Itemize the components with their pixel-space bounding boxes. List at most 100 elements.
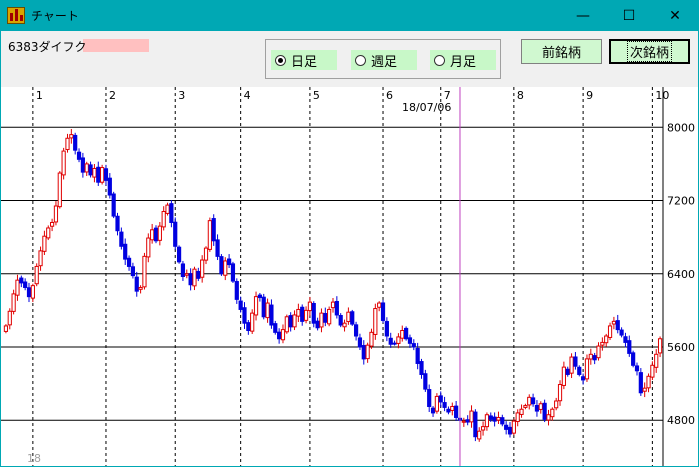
candle-body bbox=[415, 347, 420, 364]
candle-body bbox=[30, 285, 35, 299]
month-tick-label: 2 bbox=[109, 89, 116, 102]
radio-monthly[interactable]: 月足 bbox=[430, 50, 496, 70]
candle-body bbox=[107, 177, 112, 196]
candle-body bbox=[500, 417, 505, 425]
candle-body bbox=[38, 250, 43, 267]
candle-body bbox=[19, 277, 24, 284]
close-button[interactable]: ✕ bbox=[652, 0, 698, 31]
candle-body bbox=[527, 396, 532, 406]
radio-weekly-indicator[interactable] bbox=[355, 54, 366, 66]
chart-app-icon[interactable] bbox=[7, 7, 25, 24]
candle-body bbox=[377, 302, 382, 308]
candle-body bbox=[438, 395, 443, 403]
radio-daily-indicator[interactable] bbox=[275, 54, 286, 66]
candle-body bbox=[615, 320, 620, 331]
candle-body bbox=[492, 416, 497, 422]
candle-body bbox=[357, 337, 363, 348]
candle-body bbox=[42, 235, 47, 252]
month-tick-label: 8 bbox=[517, 89, 524, 102]
candle-body bbox=[488, 415, 493, 420]
candle-body bbox=[365, 344, 370, 360]
title-bar: チャート — ☐ ✕ bbox=[0, 0, 699, 31]
candle-body bbox=[188, 273, 193, 286]
candle-body bbox=[88, 164, 93, 176]
candle-body bbox=[373, 308, 378, 335]
candle-body bbox=[165, 204, 170, 214]
candle-body bbox=[338, 314, 343, 326]
radio-weekly[interactable]: 週足 bbox=[351, 50, 417, 70]
candle-body bbox=[307, 301, 313, 312]
candle-body bbox=[561, 366, 566, 386]
minimize-button[interactable]: — bbox=[560, 0, 606, 31]
candle-body bbox=[280, 329, 286, 341]
candle-body bbox=[634, 365, 640, 372]
radio-weekly-label: 週足 bbox=[371, 54, 398, 70]
candle-body bbox=[346, 311, 351, 323]
candle-body bbox=[657, 338, 663, 354]
candle-body bbox=[138, 286, 143, 290]
candle-body bbox=[34, 265, 39, 285]
candle-body bbox=[96, 166, 101, 183]
close-icon: ✕ bbox=[669, 7, 681, 24]
candle-body bbox=[253, 296, 259, 316]
candle-body bbox=[292, 314, 297, 328]
price-tick-label: 7200 bbox=[667, 195, 695, 208]
candle-body bbox=[607, 325, 613, 338]
candle-body bbox=[369, 331, 374, 347]
candle-body bbox=[257, 294, 262, 299]
candle-body bbox=[542, 402, 547, 420]
candle-body bbox=[627, 340, 632, 354]
maximize-button[interactable]: ☐ bbox=[606, 0, 652, 31]
candle-body bbox=[600, 341, 605, 346]
candle-body bbox=[150, 229, 155, 241]
period-radio-group: 日足 週足 月足 bbox=[265, 39, 501, 79]
candle-body bbox=[242, 307, 247, 324]
candle-body bbox=[7, 310, 12, 326]
prev-stock-button[interactable]: 前銘柄 bbox=[521, 39, 602, 64]
candle-body bbox=[323, 312, 328, 323]
candle-body bbox=[300, 306, 305, 322]
candle-body bbox=[196, 270, 201, 279]
candle-body bbox=[465, 419, 470, 423]
price-tick-label: 8000 bbox=[667, 121, 695, 134]
month-tick-label: 1 bbox=[36, 89, 43, 102]
candle-body bbox=[519, 408, 524, 415]
next-stock-button[interactable]: 次銘柄 bbox=[609, 39, 690, 64]
candle-body bbox=[3, 325, 9, 332]
candle-body bbox=[388, 337, 393, 345]
candle-body bbox=[176, 246, 182, 263]
candle-body bbox=[73, 134, 78, 151]
candle-body bbox=[480, 426, 486, 431]
candle-body bbox=[361, 345, 366, 360]
candle-body bbox=[169, 203, 174, 223]
candle-body bbox=[250, 312, 255, 332]
chart-area[interactable]: 8000 7200 6400 5600 4800 1 2 3 4 5 6 7 8 9 10 18/07/06 1… bbox=[1, 87, 698, 466]
candle-body bbox=[273, 323, 278, 333]
radio-daily-label: 日足 bbox=[291, 54, 318, 70]
candle-body bbox=[461, 420, 466, 423]
candlestick-chart[interactable]: 800072006400560048001 2 3 4 5 6 7 8 9 1018/07/061… bbox=[1, 87, 698, 466]
radio-daily[interactable]: 日足 bbox=[271, 50, 337, 70]
candle-body bbox=[288, 315, 293, 328]
candle-body bbox=[57, 172, 62, 208]
candle-body bbox=[611, 320, 617, 325]
window-title: チャート bbox=[31, 9, 79, 23]
price-tick-label: 6400 bbox=[667, 268, 695, 281]
candle-body bbox=[454, 405, 459, 418]
candle-body bbox=[261, 296, 266, 318]
candle-body bbox=[330, 301, 336, 309]
candle-body bbox=[534, 404, 540, 412]
candle-body bbox=[342, 322, 347, 328]
month-tick-label: 4 bbox=[244, 89, 251, 102]
candle-body bbox=[419, 361, 424, 375]
candle-body bbox=[423, 373, 428, 390]
candle-body bbox=[157, 225, 162, 241]
candle-body bbox=[654, 353, 659, 368]
candle-body bbox=[11, 293, 16, 312]
prev-stock-label: 前銘柄 bbox=[541, 46, 581, 61]
candle-body bbox=[404, 327, 409, 340]
candle-body bbox=[207, 220, 212, 250]
radio-monthly-indicator[interactable] bbox=[434, 54, 445, 66]
radio-monthly-label: 月足 bbox=[450, 54, 477, 70]
candle-body bbox=[146, 237, 151, 258]
